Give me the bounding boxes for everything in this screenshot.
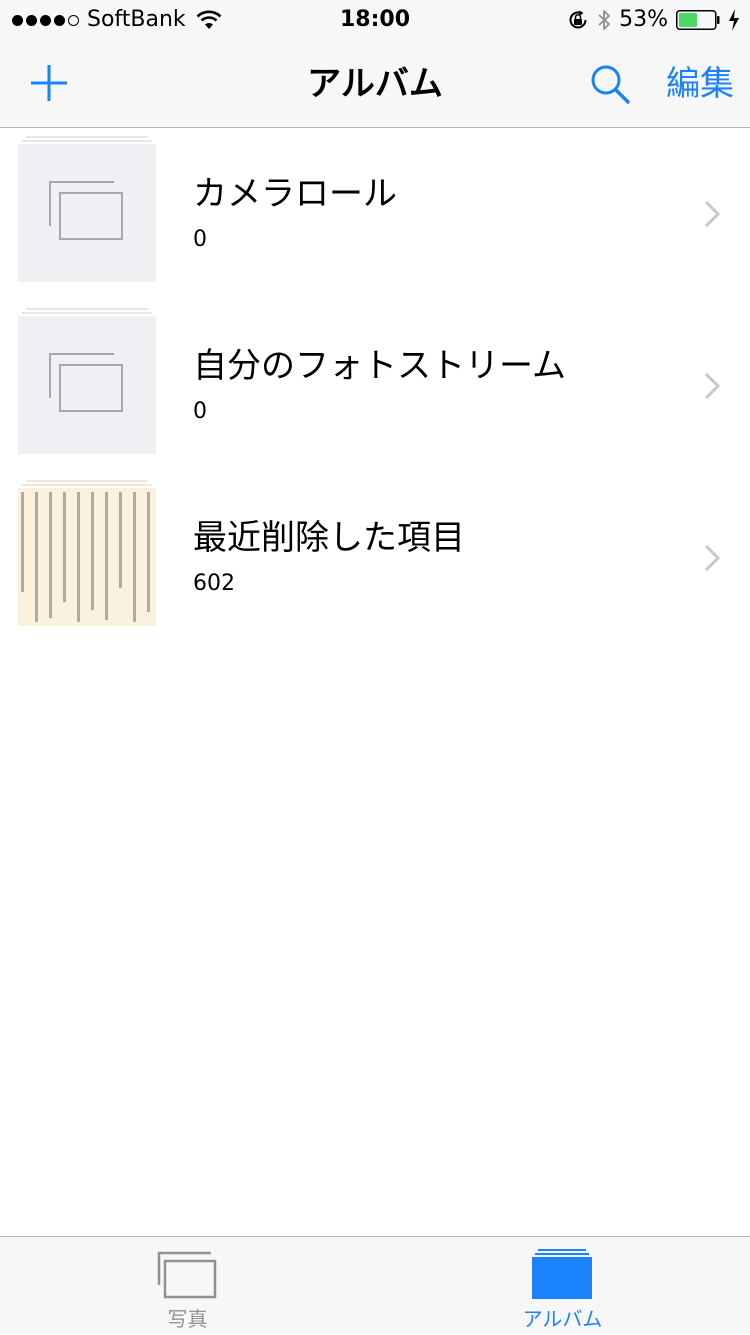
chevron-right-icon — [704, 200, 720, 228]
photo-placeholder-icon — [49, 353, 123, 412]
status-bar: SoftBank 18:00 53% — [0, 0, 750, 40]
navigation-bar: アルバム 編集 — [0, 40, 750, 128]
tab-albums[interactable]: アルバム — [375, 1237, 750, 1335]
album-count: 602 — [193, 571, 235, 596]
album-thumbnail — [18, 308, 156, 454]
search-button[interactable] — [588, 62, 632, 106]
album-title: カメラロール — [193, 174, 397, 214]
album-title: 最近削除した項目 — [193, 518, 465, 558]
document-page-thumbnail — [18, 488, 156, 626]
chevron-right-icon — [704, 372, 720, 400]
albums-tab-icon — [532, 1249, 592, 1299]
photo-placeholder-icon — [49, 181, 123, 240]
battery-percent: 53% — [619, 7, 668, 32]
album-title: 自分のフォトストリーム — [193, 346, 566, 386]
album-thumbnail — [18, 480, 156, 626]
tab-label: アルバム — [522, 1307, 603, 1331]
album-thumbnail — [18, 136, 156, 282]
bluetooth-icon — [598, 10, 610, 30]
album-row-recently-deleted[interactable]: 最近削除した項目 602 — [0, 474, 750, 646]
battery-icon — [676, 10, 720, 30]
status-right: 53% — [567, 6, 740, 34]
album-row-camera-roll[interactable]: カメラロール 0 — [0, 130, 750, 302]
rotation-lock-icon — [569, 10, 587, 29]
album-count: 0 — [193, 227, 207, 252]
chevron-right-icon — [704, 544, 720, 572]
edit-button[interactable]: 編集 — [666, 62, 734, 106]
charging-icon — [729, 9, 739, 31]
album-list: カメラロール 0 自分のフォトストリーム 0 最近削除した項目 602 — [0, 130, 750, 646]
tab-photos[interactable]: 写真 — [0, 1237, 375, 1335]
tab-bar: 写真 アルバム — [0, 1236, 750, 1334]
photos-tab-icon — [157, 1251, 217, 1299]
search-icon — [591, 65, 630, 104]
tab-label: 写真 — [167, 1307, 208, 1331]
album-count: 0 — [193, 399, 207, 424]
album-row-my-photo-stream[interactable]: 自分のフォトストリーム 0 — [0, 302, 750, 474]
page-title: アルバム — [307, 64, 443, 104]
